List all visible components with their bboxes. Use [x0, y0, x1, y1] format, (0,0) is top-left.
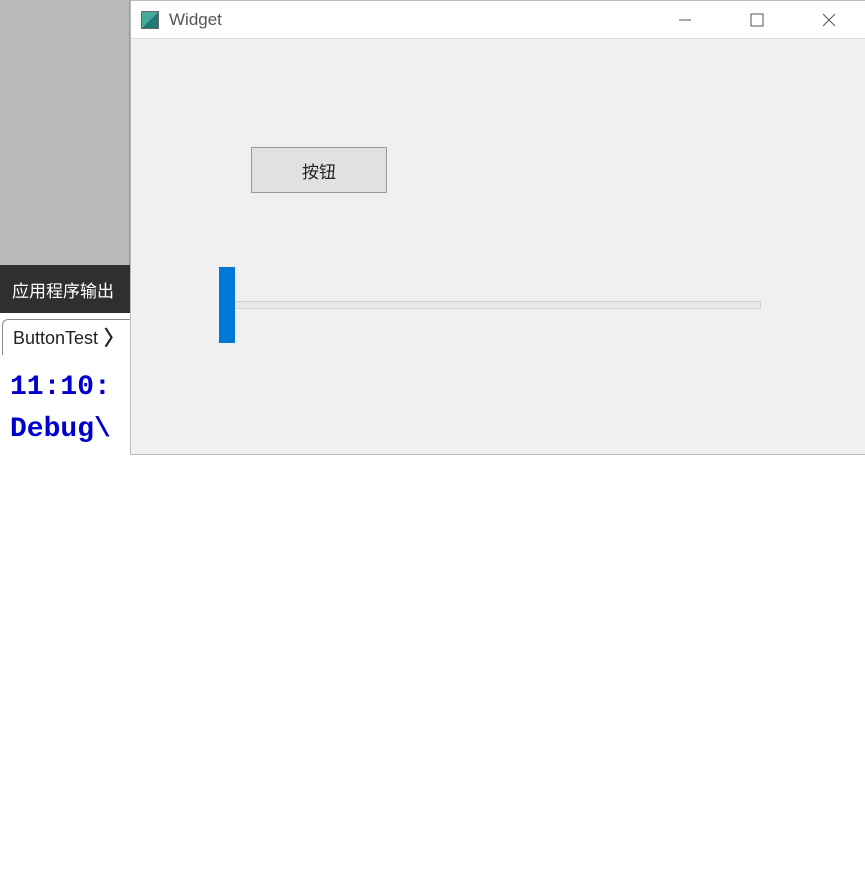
console-line-1: 11:10:	[10, 372, 111, 403]
window-controls	[649, 1, 865, 38]
minimize-button[interactable]	[649, 1, 721, 38]
maximize-icon	[750, 13, 764, 27]
close-icon	[822, 13, 836, 27]
slider-track[interactable]	[233, 301, 761, 309]
output-panel-label: 应用程序输出	[12, 277, 114, 302]
close-icon[interactable]: 〉	[104, 329, 124, 349]
slider-handle[interactable]	[219, 267, 235, 343]
output-panel-header: 应用程序输出	[0, 265, 130, 313]
window-title: Widget	[169, 10, 649, 30]
widget-body: 按钮	[131, 39, 865, 454]
ide-sidebar-area	[0, 0, 130, 265]
widget-window: Widget 按钮	[130, 0, 865, 455]
window-titlebar[interactable]: Widget	[131, 1, 865, 39]
minimize-icon	[678, 13, 692, 27]
tab-label: ButtonTest	[13, 328, 98, 349]
tab-bar: ButtonTest 〉	[0, 313, 130, 355]
maximize-button[interactable]	[721, 1, 793, 38]
tab-buttontest[interactable]: ButtonTest 〉	[2, 319, 135, 355]
console-output: 11:10: Debug\	[10, 367, 111, 451]
main-button[interactable]: 按钮	[251, 147, 387, 193]
console-line-2: Debug\	[10, 414, 111, 445]
close-button[interactable]	[793, 1, 865, 38]
app-icon	[141, 11, 159, 29]
